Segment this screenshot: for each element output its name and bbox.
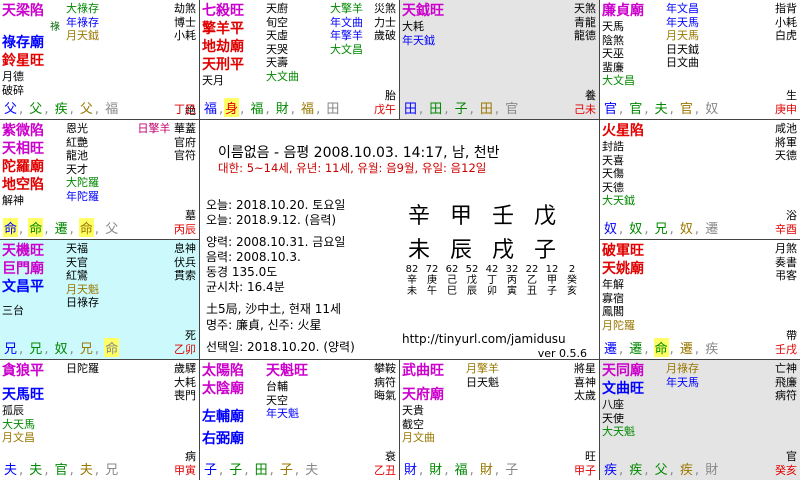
version-label: ver 0.5.6 bbox=[537, 347, 587, 360]
star-tiantong: 天同廟 bbox=[602, 363, 644, 379]
minor-star: 月德 bbox=[2, 70, 24, 83]
website-link[interactable]: http://tinyurl.com/jamidusu bbox=[402, 332, 566, 346]
palace-in[interactable]: 貪狼平 天馬旺 孤辰 大天馬 月文昌 日陀羅 歲驛 大耗 喪門 病 夫, 夫, … bbox=[0, 360, 200, 480]
palace-name-row: 福,身, 福, 財, 福, 田 bbox=[203, 98, 340, 117]
star-tianxing: 天刑平 bbox=[202, 57, 244, 73]
palace-hae[interactable]: 天同廟 文曲旺 八座 天使 大天魁 月祿存 年天馬 亡神 飛廉 病符 官 疾, … bbox=[600, 360, 800, 480]
star-qingyang: 擎羊平 bbox=[202, 21, 244, 37]
transform-badge: 祿 bbox=[50, 22, 60, 33]
minor-star: 天月 bbox=[202, 74, 224, 87]
palace-name-row: 田, 田, 子, 田, 官 bbox=[404, 102, 519, 117]
palace-chuk[interactable]: 太陽陷 太陰廟 左輔廟 右弼廟 天魁旺 台輔 天空 年天魁 攀鞍 病符 晦氣 衰… bbox=[200, 360, 400, 480]
palace-ja[interactable]: 武曲旺 天府廟 天貴 截空 月文曲 月擎羊 日天魁 將星 喜神 太歲 旺 財, … bbox=[400, 360, 600, 480]
major-luck-table: 82 72 62 52 42 32 22 12 2 辛庚己戊丁丙乙甲癸 未午巳辰卯寅丑子亥 bbox=[405, 264, 577, 297]
star-tanlang: 貪狼平 bbox=[2, 363, 44, 379]
palace-myo[interactable]: 天機旺 巨門廟 文昌平 三台 天福 天官 紅鸞 月天魁 日祿存 息神 伏兵 貫索… bbox=[0, 240, 200, 360]
flow-star: 年祿存 bbox=[66, 15, 99, 29]
chart-center: 이름없음 - 음평 2008.10.03. 14:17, 남, 천반 대한: 5… bbox=[200, 120, 600, 360]
palace-name-row: 奴, 奴, 兄, 奴, 遷 bbox=[604, 222, 719, 237]
palace-name-row: 父, 父, 疾, 父, 福 bbox=[4, 102, 119, 117]
today-lunar: 오늘: 2018.9.12. (음력) bbox=[206, 213, 337, 227]
star-lianzhen: 廉貞廟 bbox=[602, 3, 644, 19]
star-dijie: 地劫廟 bbox=[202, 39, 244, 55]
palace-name-row: 子, 子, 田, 子, 夫 bbox=[204, 463, 319, 478]
selected-date: 선택일: 2018.10.20. (양력) bbox=[206, 340, 355, 354]
spirit: 博士 bbox=[174, 15, 196, 29]
palace-sul[interactable]: 破軍旺 天姚廟 年解 寡宿 鳳閣 月陀羅 月煞 奏書 弔客 帶 遷, 遷, 命,… bbox=[600, 240, 800, 360]
palace-name-row: 命, 命, 遷, 命, 父 bbox=[3, 218, 119, 237]
palace-name-row: 疾, 疾, 父, 疾, 財 bbox=[604, 463, 719, 478]
minor-star: 破碎 bbox=[2, 83, 24, 97]
palace-sin[interactable]: 廉貞廟 天馬 陰煞 天巫 蜚廉 大文昌 年文昌 年天馬 月天馬 日天鉞 日文曲 … bbox=[600, 0, 800, 120]
time-diff: 균시차: 16.4분 bbox=[206, 280, 285, 294]
star-wuqu: 武曲旺 bbox=[402, 363, 444, 379]
star-tianliang: 天梁陷 bbox=[2, 3, 44, 19]
star-pojun: 破軍旺 bbox=[602, 243, 644, 259]
palace-name-row: 官, 官, 夫, 官, 奴 bbox=[604, 102, 719, 117]
palace-si[interactable]: 天梁陷 祿 祿存廟 鈴星旺 月德 破碎 大祿存 年祿存 月天鉞 劫煞 博士 小耗… bbox=[0, 0, 200, 120]
spirit: 劫煞 bbox=[174, 2, 196, 15]
flow-star: 大祿存 bbox=[66, 2, 99, 15]
palace-yu[interactable]: 火星陷 封誥 天喜 天傷 天德 大天鉞 咸池 將軍 天德 浴 奴, 奴, 兄, … bbox=[600, 120, 800, 240]
chart-title: 이름없음 - 음평 2008.10.03. 14:17, 남, 천반 bbox=[218, 145, 500, 161]
luck-period: 대한: 5~14세, 유년: 11세, 유월: 음9월, 유일: 음12일 bbox=[218, 161, 487, 175]
star-tianji: 天機旺 bbox=[2, 243, 44, 259]
palace-name-row: 財, 財, 福, 財, 子 bbox=[404, 463, 519, 478]
palace-jin[interactable]: 紫微陷 天相旺 陀羅廟 地空陷 解神 恩光 紅艷 龍池 天才 大陀羅 年陀羅 日… bbox=[0, 120, 200, 240]
palace-o[interactable]: 七殺旺 擎羊平 地劫廟 天刑平 天月 天廚 旬空 天虛 天哭 天壽 大文曲 大擎… bbox=[200, 0, 400, 120]
star-lucun: 祿存廟 bbox=[2, 35, 44, 51]
bureau: 土5局, 沙中土, 현재 11세 bbox=[206, 302, 342, 316]
palace-name-row: 兄, 兄, 奴, 兄, 命 bbox=[3, 338, 120, 357]
palace-name-row: 遷, 遷, 命, 遷, 疾 bbox=[603, 338, 719, 357]
palace-mi[interactable]: 天鉞旺 大耗 年天鉞 天煞 青龍 龍德 養 田, 田, 子, 田, 官 己未 bbox=[400, 0, 600, 120]
palace-name-row: 夫, 夫, 官, 夫, 兄 bbox=[4, 463, 119, 478]
star-ziwei: 紫微陷 bbox=[2, 123, 44, 139]
star-lingxing: 鈴星旺 bbox=[2, 53, 44, 69]
star-qisha: 七殺旺 bbox=[202, 3, 244, 19]
life-master: 명주: 廉貞, 신주: 火星 bbox=[206, 318, 322, 332]
flow-star: 月天鉞 bbox=[66, 29, 99, 42]
star-huoxing: 火星陷 bbox=[602, 123, 644, 139]
four-pillars: 辛甲壬戊 未辰戌子 bbox=[407, 204, 556, 263]
spirit: 小耗 bbox=[174, 29, 196, 42]
star-taiyang: 太陽陷 bbox=[202, 363, 244, 379]
star-tianyue: 天鉞旺 bbox=[402, 3, 444, 19]
palace-stem-branch: 丁巳 bbox=[174, 103, 196, 116]
